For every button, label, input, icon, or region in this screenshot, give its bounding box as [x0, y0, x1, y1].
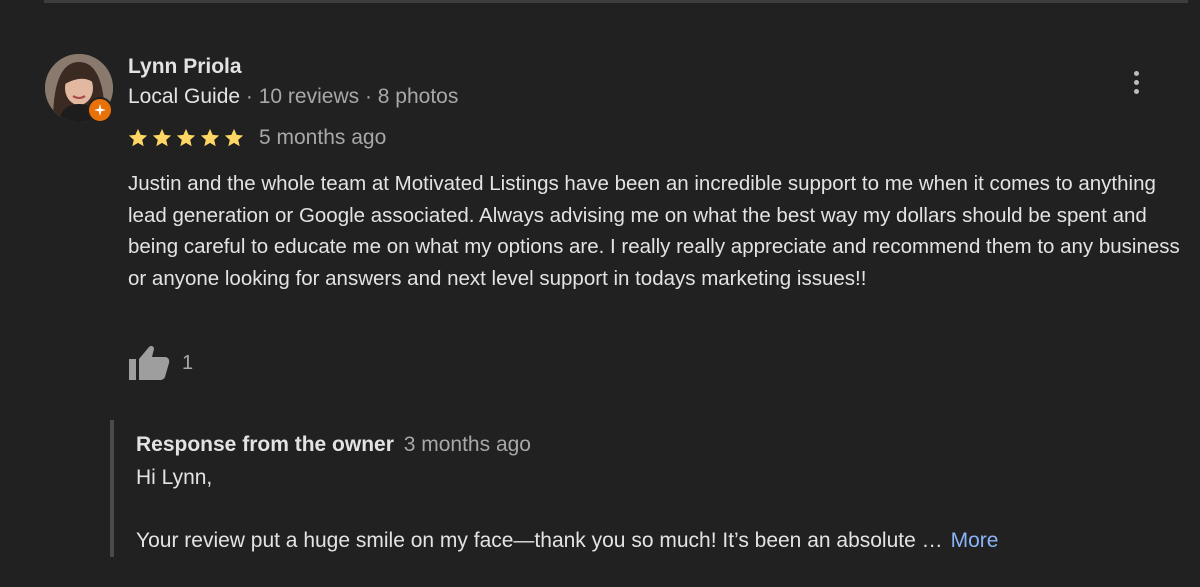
response-header: Response from the owner 3 months ago [136, 430, 531, 460]
reviewer-name[interactable]: Lynn Priola [128, 53, 242, 81]
rating-row: 5 months ago [127, 123, 386, 153]
response-greeting: Hi Lynn, [136, 466, 213, 489]
star-icon [224, 128, 244, 147]
review-age: 5 months ago [259, 126, 387, 149]
top-divider [44, 0, 1188, 3]
response-title: Response from the owner [136, 433, 394, 456]
more-link[interactable]: More [951, 529, 999, 552]
star-icon [176, 128, 196, 147]
like-count: 1 [182, 351, 194, 374]
response-age: 3 months ago [403, 433, 531, 456]
star-icon [128, 128, 148, 147]
local-guide-star-icon [87, 97, 113, 123]
more-vert-icon[interactable] [1122, 64, 1150, 100]
owner-response: Response from the owner 3 months ago Hi … [110, 420, 1114, 557]
response-body-text: Your review put a huge smile on my face—… [136, 529, 943, 552]
star-rating [127, 127, 245, 149]
like-row: 1 [128, 343, 193, 383]
thumbs-up-icon [129, 345, 170, 380]
response-body: Your review put a huge smile on my face—… [136, 526, 998, 556]
like-button[interactable] [128, 343, 172, 383]
reviewer-stats: · 10 reviews · 8 photos [240, 85, 459, 108]
review-text: Justin and the whole team at Motivated L… [128, 172, 1180, 290]
local-guide-label: Local Guide [128, 85, 241, 108]
star-icon [152, 128, 172, 147]
reviewer-meta[interactable]: Local Guide · 10 reviews · 8 photos [128, 83, 458, 111]
star-icon [200, 128, 220, 147]
